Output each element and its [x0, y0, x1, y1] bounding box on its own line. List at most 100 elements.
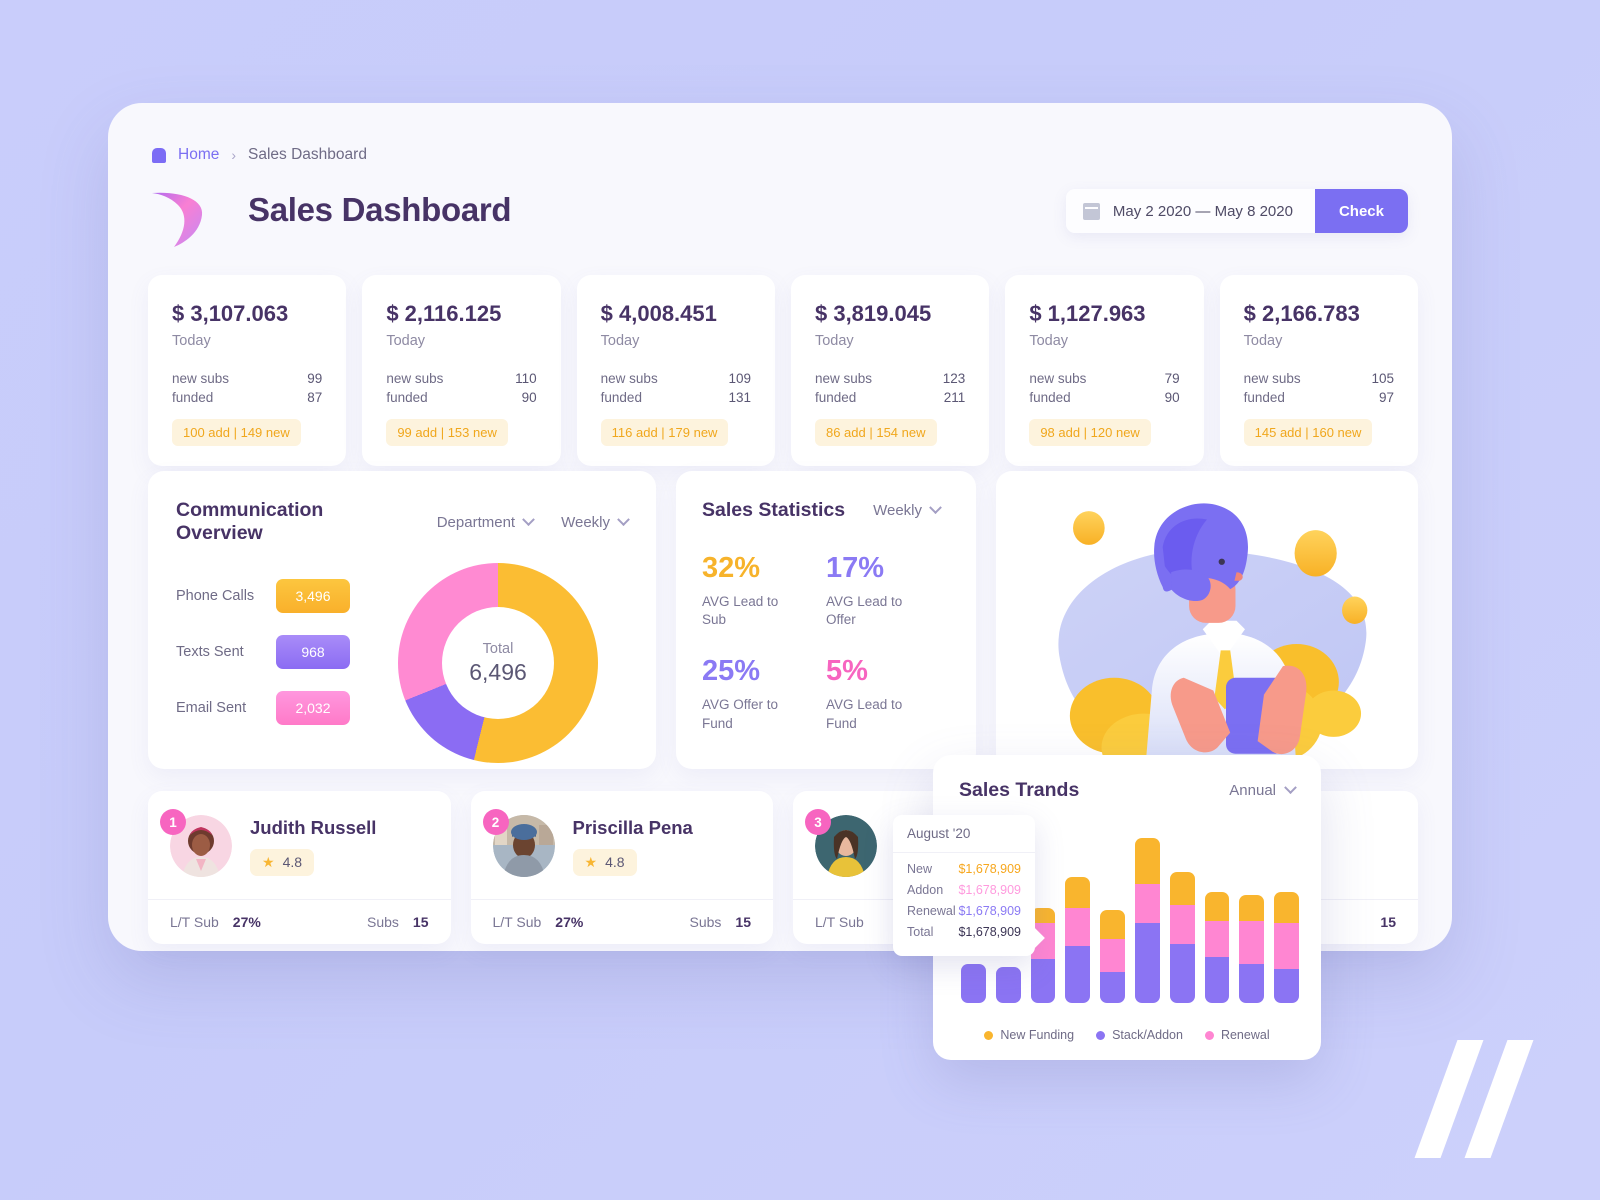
kpi-period: Today [1029, 333, 1069, 349]
chart-bar[interactable] [1169, 871, 1195, 1003]
chart-bar-segment [1030, 959, 1056, 1003]
agent-card[interactable]: 1 Judith Russell ★ 4.8 L/T Sub 27% Subs … [148, 791, 451, 944]
chart-bar-segment [1274, 892, 1299, 924]
kpi-card[interactable]: $ 2,166.783 Today new subs 105 funded 97 1… [1219, 275, 1418, 466]
kpi-row-label: funded [172, 390, 214, 405]
stat-label: L/T Sub [170, 914, 219, 930]
period-dropdown-label: Weekly [561, 513, 610, 531]
stat-percent: 5% [826, 655, 868, 688]
kpi-period: Today [386, 333, 426, 349]
kpi-value: $ 2,116.125 [386, 301, 502, 326]
sales-trends-title: Sales Trands [959, 779, 1080, 801]
comm-value: 2,032 [276, 691, 350, 725]
tooltip-label: Renewal [907, 904, 956, 918]
date-range-picker[interactable]: May 2 2020 — May 8 2020 Check [1065, 189, 1408, 233]
period-dropdown[interactable]: Weekly [561, 512, 630, 531]
kpi-card[interactable]: $ 1,127.963 Today new subs 79 funded 90 98… [1005, 275, 1204, 466]
stat-label: L/T Sub [815, 914, 864, 930]
chart-bar[interactable] [1134, 838, 1160, 1003]
chart-bar[interactable] [1274, 892, 1299, 1003]
tooltip-value: $1,678,909 [958, 862, 1021, 876]
brand-logo-icon [152, 192, 203, 247]
kpi-card[interactable]: $ 3,819.045 Today new subs 123 funded 211 … [790, 275, 990, 466]
legend-label: Renewal [1220, 1028, 1270, 1042]
kpi-period: Today [600, 333, 640, 349]
communication-overview-panel: Communication Overview Department Weekly… [148, 471, 656, 769]
kpi-row-label: funded [814, 390, 857, 405]
communication-donut-chart: Total 6,496 [398, 563, 598, 763]
breadcrumb: Home › Sales Dashboard [152, 146, 367, 164]
kpi-badge: 100 add | 149 new [172, 419, 301, 446]
kpi-badge: 86 add | 154 new [814, 419, 937, 446]
date-range-value: May 2 2020 — May 8 2020 [1112, 202, 1293, 220]
donut-center: Total 6,496 [442, 607, 554, 719]
chart-bar-segment [961, 964, 986, 1003]
rating-value: 4.8 [282, 854, 303, 870]
kpi-period: Today [1243, 333, 1283, 349]
kpi-value: $ 3,819.045 [814, 301, 932, 326]
chart-bar-segment [1134, 838, 1160, 885]
star-icon: ★ [262, 853, 275, 870]
kpi-card[interactable]: $ 4,008.451 Today new subs 109 funded 131 … [576, 275, 775, 466]
chart-legend: New Funding Stack/Addon Renewal [933, 1028, 1321, 1042]
kpi-card[interactable]: $ 2,116.125 Today new subs 110 funded 90 9… [362, 275, 561, 466]
chevron-right-icon: › [231, 147, 237, 163]
department-dropdown-label: Department [436, 513, 516, 531]
department-dropdown[interactable]: Department [436, 512, 535, 531]
kpi-card[interactable]: $ 3,107.063 Today new subs 99 funded 87 10… [148, 275, 347, 466]
chart-bar-segment [1204, 892, 1230, 921]
businessman-coins-illustration [1058, 503, 1368, 769]
kpi-value: $ 2,166.783 [1243, 301, 1360, 326]
rating-badge: ★ 4.8 [572, 848, 637, 876]
agent-card[interactable]: 2 Priscilla Pena ★ 4.8 L/T Sub 27% Subs … [470, 791, 773, 944]
stat-value: 15 [412, 914, 429, 930]
breadcrumb-home[interactable]: Home [178, 146, 219, 164]
chart-bar-segment [1169, 871, 1195, 906]
kpi-row-value: 90 [521, 390, 537, 405]
statistics-period-dropdown[interactable]: Weekly [873, 501, 942, 519]
chart-bar[interactable] [1239, 894, 1265, 1003]
chart-bar-segment [1134, 923, 1160, 1003]
kpi-row-label: new subs [814, 371, 873, 386]
chart-bar[interactable] [995, 966, 1021, 1003]
date-range-field[interactable]: May 2 2020 — May 8 2020 [1065, 189, 1315, 233]
kpi-value: $ 1,127.963 [1029, 301, 1146, 326]
stat-label: AVG Lead to Fund [826, 697, 903, 731]
chart-bar-segment [1239, 920, 1265, 965]
chart-bar-segment [1065, 946, 1091, 1003]
chart-bar[interactable] [1100, 910, 1125, 1003]
stat-item: 32% AVG Lead to Sub [702, 552, 826, 629]
chart-bar[interactable] [1065, 876, 1091, 1003]
chevron-down-icon [929, 501, 942, 515]
tooltip-value: $1,678,909 [958, 904, 1021, 918]
kpi-row-value: 123 [942, 371, 966, 386]
donut-total-value: 6,496 [469, 658, 527, 685]
comm-value: 968 [276, 635, 350, 669]
kpi-row-value: 90 [1164, 390, 1180, 405]
home-icon[interactable] [152, 147, 166, 163]
kpi-period: Today [814, 333, 854, 349]
chart-bar-segment [1204, 956, 1230, 1003]
kpi-badge: 145 add | 160 new [1243, 419, 1373, 446]
kpi-row-value: 110 [515, 371, 537, 386]
rank-badge: 1 [160, 809, 186, 835]
donut-total-label: Total [482, 640, 514, 657]
check-button[interactable]: Check [1314, 189, 1408, 233]
list-item: Email Sent 2,032 [176, 691, 366, 725]
chart-bar[interactable] [961, 964, 986, 1003]
chart-bar-segment [1100, 972, 1125, 1003]
chart-bar-segment [1169, 905, 1195, 944]
legend-dot-renewal [1204, 1030, 1214, 1040]
kpi-value: $ 4,008.451 [600, 301, 717, 326]
chart-bar-segment [1274, 969, 1299, 1003]
legend-item: Renewal [1204, 1028, 1270, 1042]
sales-trends-period-dropdown[interactable]: Annual [1229, 781, 1297, 799]
chart-bar[interactable] [1204, 892, 1230, 1003]
kpi-row-value: 87 [307, 390, 323, 405]
kpi-badge: 116 add | 179 new [600, 419, 729, 446]
kpi-row-value: 109 [728, 371, 751, 386]
tooltip-label: Total [907, 925, 934, 939]
kpi-row-label: new subs [1029, 371, 1087, 386]
legend-label: Stack/Addon [1112, 1028, 1183, 1042]
stat-label: AVG Lead to Offer [826, 594, 903, 628]
